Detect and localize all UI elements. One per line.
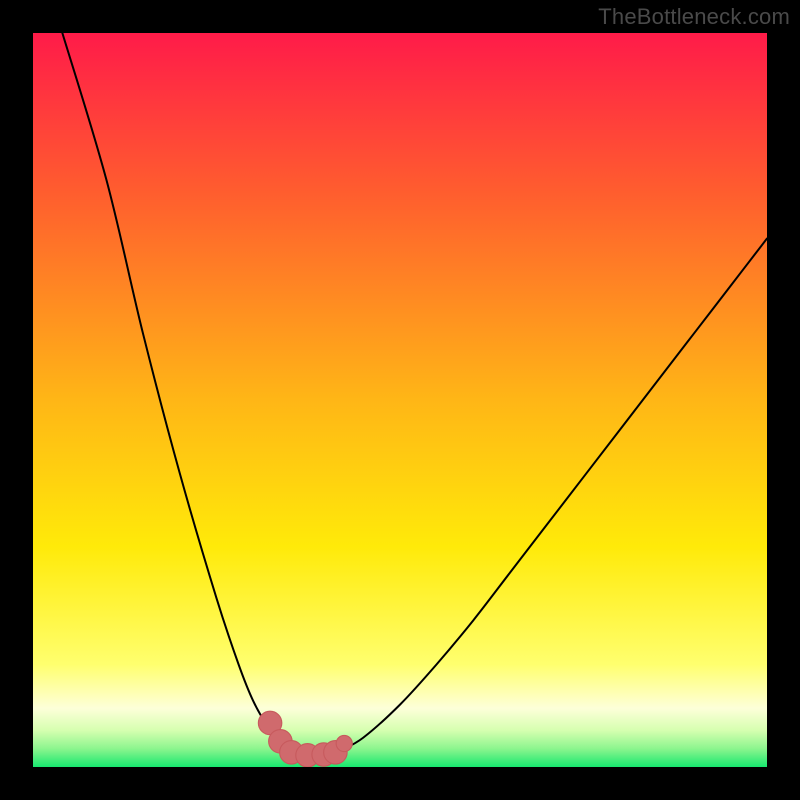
watermark-text: TheBottleneck.com: [598, 4, 790, 30]
right-branch-curve: [341, 239, 767, 751]
highlighted-markers: [258, 711, 352, 767]
marker-dot: [336, 735, 352, 751]
curves-layer: [33, 33, 767, 767]
plot-area: [33, 33, 767, 767]
outer-black-frame: TheBottleneck.com: [0, 0, 800, 800]
left-branch-curve: [62, 33, 293, 752]
